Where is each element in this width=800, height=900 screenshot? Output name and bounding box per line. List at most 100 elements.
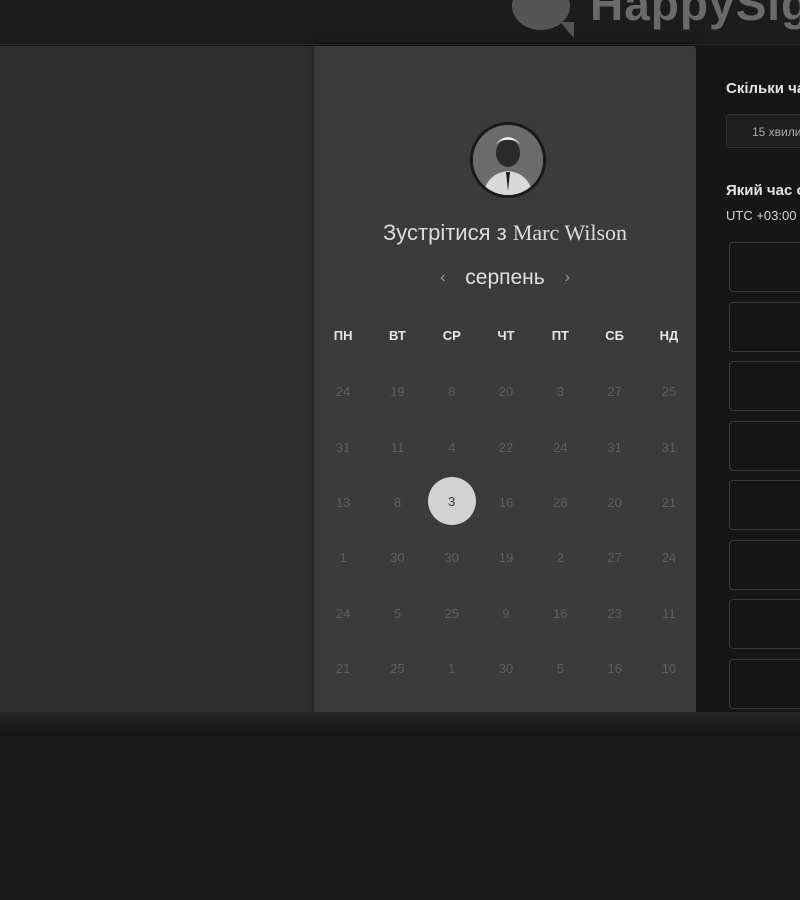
- host-avatar: [470, 122, 546, 198]
- brand-logo[interactable]: HappySig: [512, 0, 800, 38]
- calendar-day-number: 10: [661, 661, 677, 677]
- calendar-day-number: 4: [448, 439, 456, 455]
- calendar-day-number: 2: [556, 550, 564, 566]
- calendar-day-number: 30: [498, 661, 514, 677]
- calendar-day[interactable]: 1: [316, 530, 370, 585]
- time-slot[interactable]: [729, 540, 800, 590]
- calendar-day[interactable]: 10: [642, 641, 696, 696]
- calendar-day[interactable]: 31: [587, 419, 641, 474]
- calendar-day-number: 21: [335, 661, 351, 677]
- calendar-day[interactable]: 9: [479, 586, 533, 641]
- calendar-day[interactable]: 5: [533, 641, 587, 696]
- prev-month-icon[interactable]: ‹: [426, 269, 459, 287]
- calendar-day[interactable]: 11: [370, 419, 424, 474]
- calendar-day[interactable]: 8: [370, 475, 424, 530]
- chat-bubble-logo-icon: [512, 0, 574, 38]
- calendar-day-number: 1: [448, 661, 456, 677]
- calendar-day-number: 16: [607, 661, 622, 677]
- meet-title: Зустрітися з Marc Wilson: [314, 220, 696, 246]
- calendar-day[interactable]: 31: [642, 419, 696, 474]
- calendar-day[interactable]: 31: [316, 419, 370, 474]
- time-slot[interactable]: [729, 361, 800, 411]
- scheduler-panel: Скільки ча 15 хвили Який час о UTC +03:0…: [696, 46, 800, 718]
- calendar-day-number: 19: [390, 384, 405, 400]
- calendar-day-number: 20: [498, 384, 514, 400]
- calendar-day-number: 9: [502, 605, 510, 621]
- calendar-day[interactable]: 3: [533, 364, 587, 419]
- duration-option-button[interactable]: 15 хвили: [726, 114, 800, 148]
- weekday-label: НД: [659, 328, 679, 343]
- calendar-day-number: 11: [662, 605, 676, 621]
- calendar-day-number: 31: [607, 439, 622, 455]
- calendar-day-selected[interactable]: 3: [425, 475, 479, 530]
- calendar-day[interactable]: 16: [479, 475, 533, 530]
- calendar-day-number: 13: [335, 494, 351, 510]
- time-slot[interactable]: [729, 480, 800, 530]
- calendar-day[interactable]: 20: [587, 475, 641, 530]
- calendar-day-number: 24: [335, 384, 351, 400]
- calendar-day[interactable]: 2: [533, 530, 587, 585]
- footer-shadow: [0, 712, 800, 732]
- calendar-day[interactable]: 23: [587, 586, 641, 641]
- calendar-day-number: 5: [393, 605, 402, 621]
- calendar-day[interactable]: 24: [533, 419, 587, 474]
- calendar-day[interactable]: 20: [479, 364, 533, 419]
- time-slot[interactable]: [729, 302, 800, 352]
- calendar-day[interactable]: 25: [370, 641, 424, 696]
- calendar-day[interactable]: 28: [533, 475, 587, 530]
- calendar-day-number: 21: [661, 494, 677, 510]
- calendar-card: Зустрітися з Marc Wilson ‹ серпень › ПН …: [314, 46, 696, 720]
- calendar-day-number: 11: [390, 439, 405, 455]
- next-month-icon[interactable]: ›: [551, 269, 584, 287]
- calendar-day[interactable]: 21: [642, 475, 696, 530]
- avatar-photo-icon: [473, 125, 543, 195]
- calendar-day-number: 23: [607, 605, 622, 621]
- weekday-label: ПН: [333, 328, 353, 343]
- time-slot[interactable]: [729, 599, 800, 649]
- calendar-day[interactable]: 13: [316, 475, 370, 530]
- calendar-day[interactable]: 25: [642, 364, 696, 419]
- meet-prefix: Зустрітися з: [382, 220, 507, 245]
- calendar-day[interactable]: 19: [479, 530, 533, 585]
- calendar-day-number: 22: [498, 439, 514, 455]
- calendar-day[interactable]: 11: [642, 586, 696, 641]
- time-slot[interactable]: [729, 421, 800, 471]
- calendar-day[interactable]: 30: [370, 530, 424, 585]
- calendar-day[interactable]: 8: [425, 364, 479, 419]
- calendar-day[interactable]: 4: [425, 419, 479, 474]
- calendar-day-number: 3: [427, 477, 476, 526]
- calendar-day[interactable]: 27: [587, 364, 641, 419]
- weekday-label: СБ: [605, 328, 624, 343]
- calendar-day-number: 31: [661, 439, 677, 455]
- time-slot[interactable]: [729, 242, 800, 292]
- calendar-day[interactable]: 1: [425, 641, 479, 696]
- calendar-day[interactable]: 30: [479, 641, 533, 696]
- time-slot[interactable]: [729, 659, 800, 709]
- calendar-day[interactable]: 19: [370, 364, 424, 419]
- calendar-day-number: 25: [444, 605, 459, 621]
- calendar-days-grid: 24 19 8 20 3 27 25 31 11 4 22 24 31 31 13 8 3 16 28 20 21 1 30…: [316, 364, 696, 696]
- weekday-label: ЧТ: [497, 328, 515, 343]
- calendar-day[interactable]: 21: [316, 641, 370, 696]
- calendar-day-number: 8: [393, 494, 402, 510]
- calendar-day[interactable]: 16: [587, 641, 641, 696]
- calendar-day-number: 3: [556, 384, 564, 400]
- timezone-label[interactable]: UTC +03:00: [726, 208, 796, 223]
- calendar-day[interactable]: 5: [370, 586, 424, 641]
- calendar-day[interactable]: 22: [479, 419, 533, 474]
- calendar-day[interactable]: 24: [316, 586, 370, 641]
- calendar-day-number: 24: [335, 605, 351, 621]
- calendar-day[interactable]: 16: [533, 586, 587, 641]
- calendar-day-number: 8: [448, 384, 456, 400]
- calendar-day[interactable]: 25: [425, 586, 479, 641]
- calendar-day-number: 27: [607, 384, 622, 400]
- calendar-day[interactable]: 24: [316, 364, 370, 419]
- calendar-day-number: 25: [390, 661, 405, 677]
- calendar-day-number: 31: [335, 439, 351, 455]
- calendar-day[interactable]: 27: [587, 530, 641, 585]
- calendar-day-number: 25: [661, 384, 677, 400]
- calendar-day[interactable]: 24: [642, 530, 696, 585]
- calendar-day-number: 30: [390, 550, 405, 566]
- time-label: Який час о: [726, 182, 800, 199]
- calendar-day[interactable]: 30: [425, 530, 479, 585]
